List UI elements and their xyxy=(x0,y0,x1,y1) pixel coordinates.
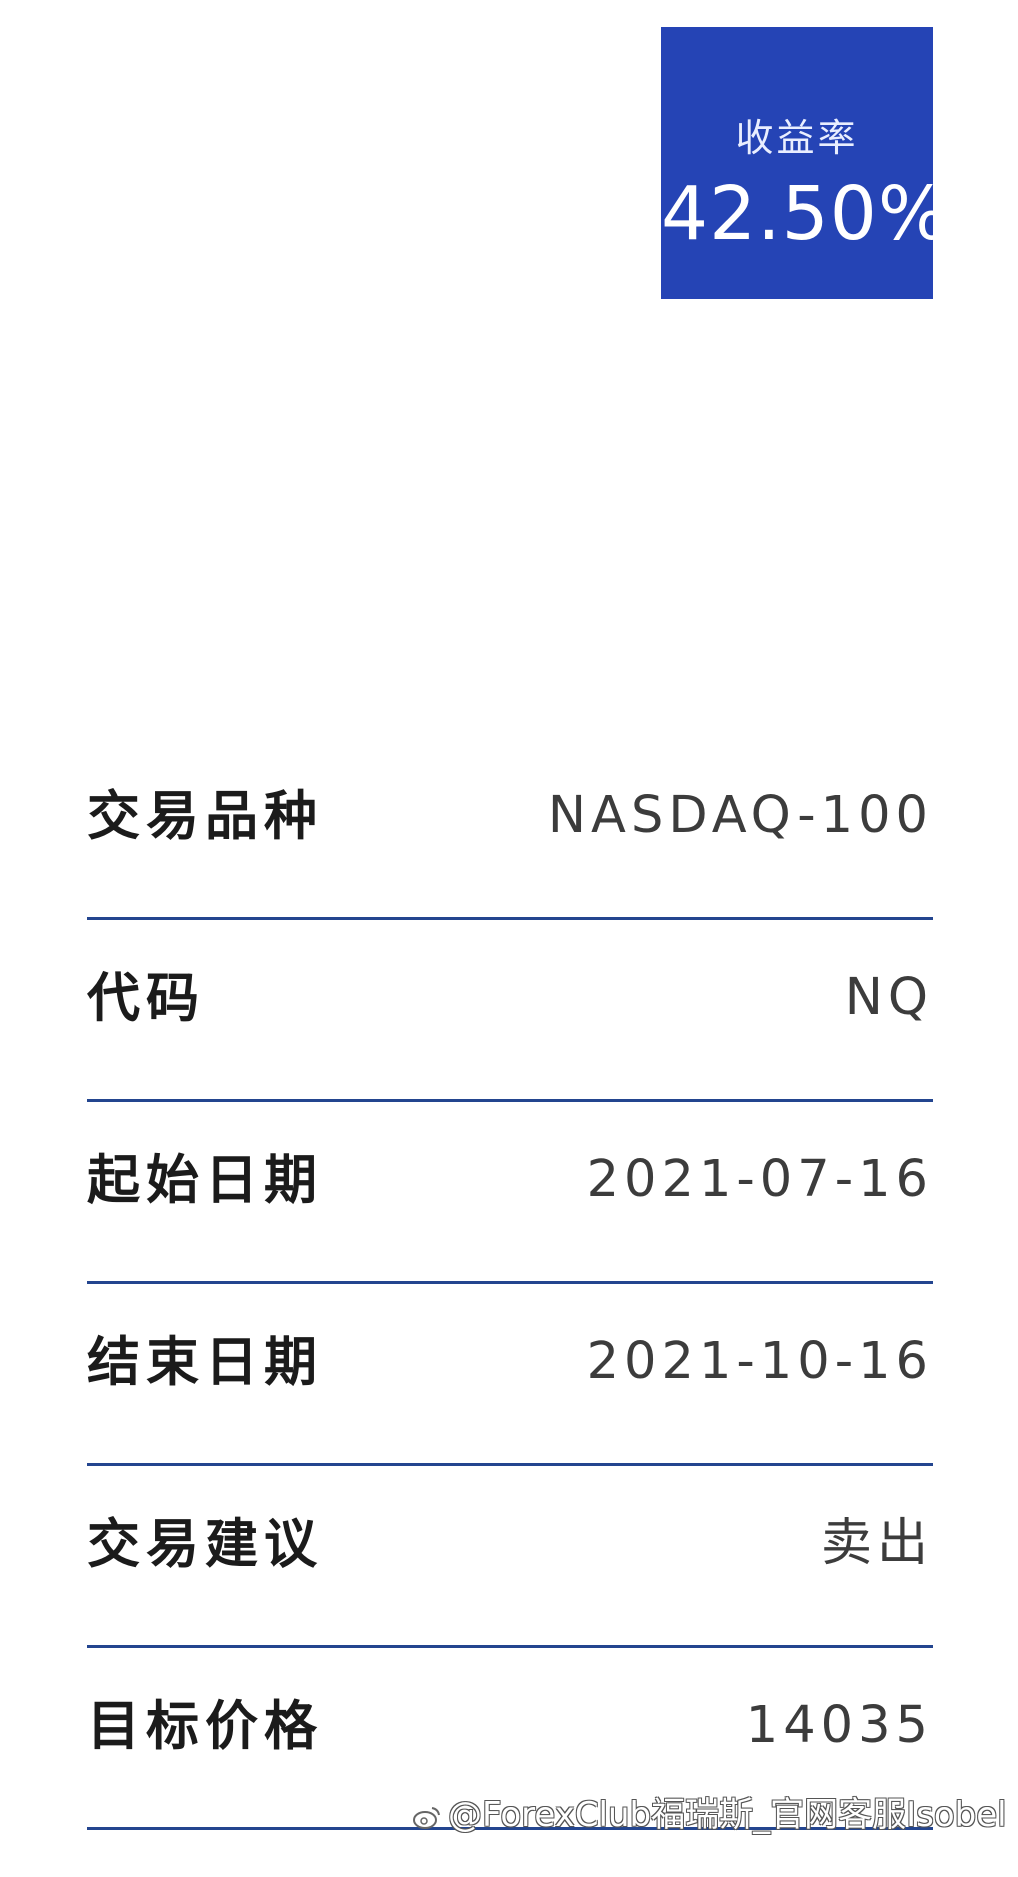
start-date-label: 起始日期 xyxy=(87,1150,323,1211)
watermark: @ForexClub福瑞斯_官网客服Isobel xyxy=(412,1798,1007,1832)
code-value: NQ xyxy=(844,968,933,1027)
info-list: 交易品种 NASDAQ-100 代码 NQ 起始日期 2021-07-16 结束… xyxy=(87,738,933,1830)
info-row-end-date: 结束日期 2021-10-16 xyxy=(87,1284,933,1466)
yield-box: 收益率 42.50% xyxy=(661,27,933,299)
watermark-text: @ForexClub福瑞斯_官网客服Isobel xyxy=(448,1795,1007,1835)
weibo-icon xyxy=(413,1807,440,1829)
end-date-label: 结束日期 xyxy=(87,1332,323,1393)
info-row-instrument: 交易品种 NASDAQ-100 xyxy=(87,738,933,920)
instrument-label: 交易品种 xyxy=(87,786,323,847)
start-date-value: 2021-07-16 xyxy=(586,1150,933,1209)
suggestion-label: 交易建议 xyxy=(87,1514,323,1575)
yield-label: 收益率 xyxy=(735,116,859,160)
target-price-label: 目标价格 xyxy=(87,1696,323,1757)
end-date-value: 2021-10-16 xyxy=(586,1332,933,1391)
instrument-value: NASDAQ-100 xyxy=(547,786,933,845)
info-row-start-date: 起始日期 2021-07-16 xyxy=(87,1102,933,1284)
info-row-code: 代码 NQ xyxy=(87,920,933,1102)
target-price-value: 14035 xyxy=(745,1696,933,1755)
code-label: 代码 xyxy=(87,968,205,1029)
info-row-suggestion: 交易建议 卖出 xyxy=(87,1466,933,1648)
suggestion-value: 卖出 xyxy=(820,1514,933,1573)
yield-value: 42.50% xyxy=(661,171,933,257)
